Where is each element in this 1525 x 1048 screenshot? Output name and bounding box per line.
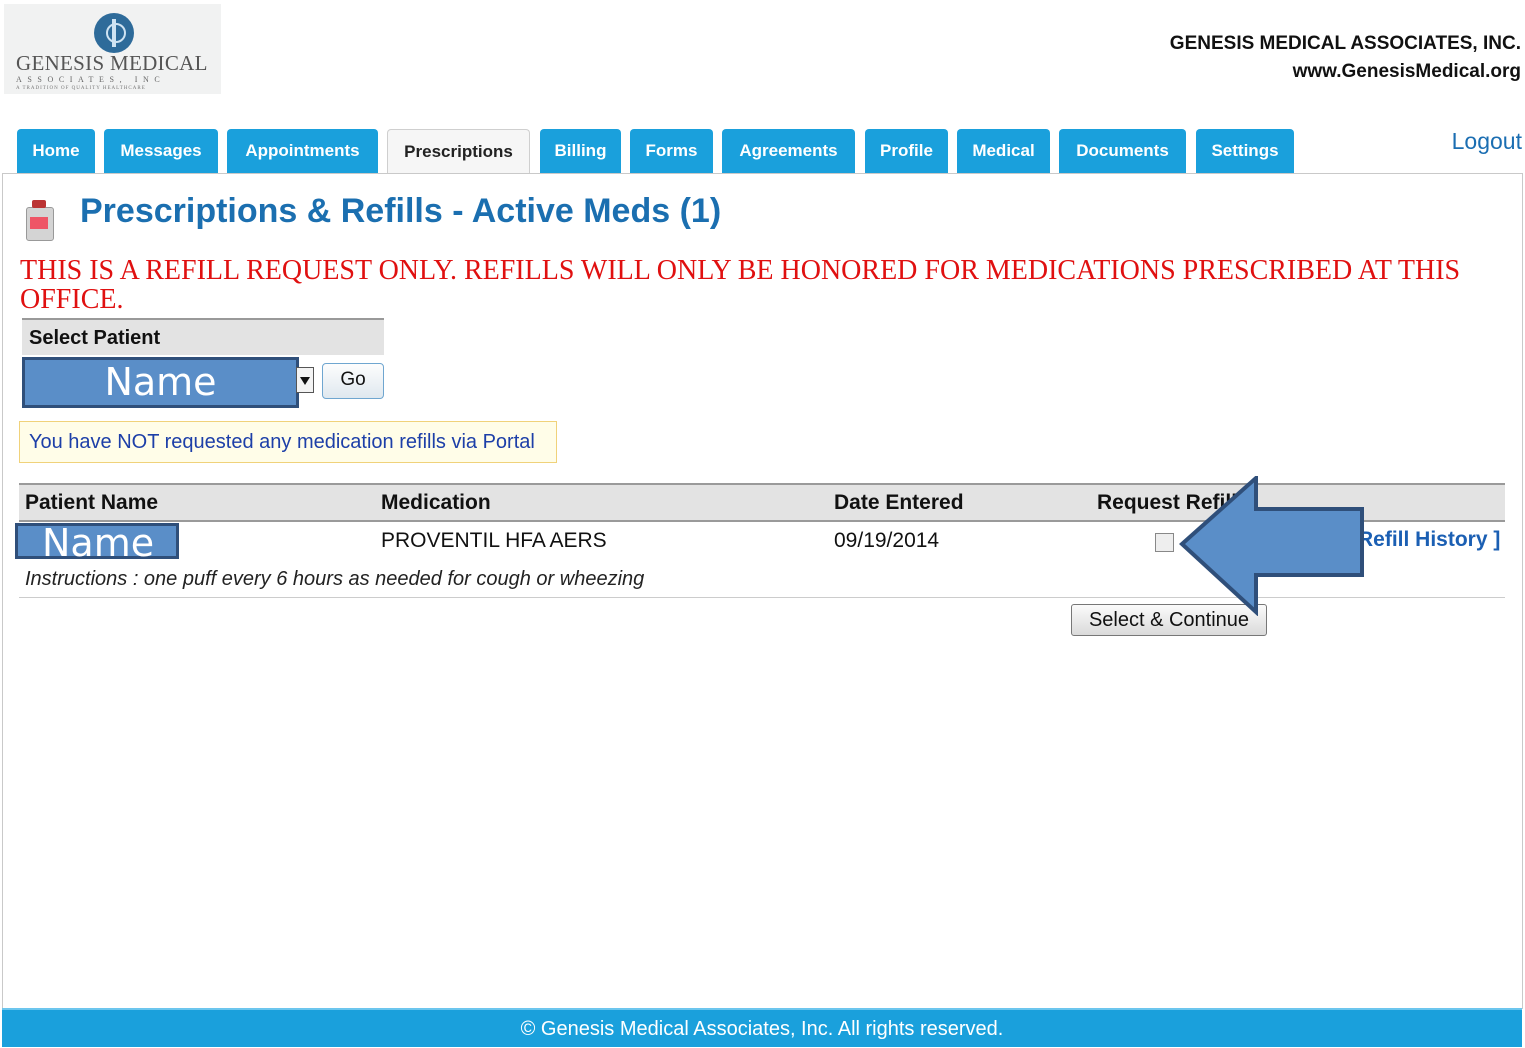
logo-tagline: A TRADITION OF QUALITY HEALTHCARE [16,86,146,91]
tab-forms[interactable]: Forms [630,129,713,173]
tab-settings[interactable]: Settings [1196,129,1294,173]
tab-prescriptions[interactable]: Prescriptions [387,129,530,173]
logout-link[interactable]: Logout [1452,128,1522,155]
tab-appointments[interactable]: Appointments [227,129,378,173]
row-medication: PROVENTIL HFA AERS [381,529,607,552]
company-info: GENESIS MEDICAL ASSOCIATES, INC. www.Gen… [1170,30,1521,86]
tab-messages[interactable]: Messages [104,129,218,173]
row-patient-name: Name [15,523,179,562]
logo-subtext: ASSOCIATES, INC [16,75,166,84]
select-patient-header: Select Patient [22,318,384,355]
page-title: Prescriptions & Refills - Active Meds (1… [80,192,722,230]
company-name: GENESIS MEDICAL ASSOCIATES, INC. [1169,33,1521,54]
tab-home[interactable]: Home [17,129,95,173]
caduceus-icon [94,13,134,53]
info-message: You have NOT requested any medication re… [19,421,557,463]
tab-agreements[interactable]: Agreements [722,129,855,173]
refill-notice: THIS IS A REFILL REQUEST ONLY. REFILLS W… [20,255,1461,315]
row-date-entered: 09/19/2014 [834,529,940,552]
column-header-patient-name: Patient Name [25,491,159,514]
go-button[interactable]: Go [322,363,384,399]
chevron-down-icon[interactable] [296,367,314,393]
company-website: www.GenesisMedical.org [1292,61,1521,82]
request-refill-checkbox[interactable] [1155,533,1174,552]
column-header-medication: Medication [381,491,491,514]
patient-select-dropdown[interactable]: Name [22,357,299,408]
arrow-left-icon [1179,476,1364,616]
tab-billing[interactable]: Billing [540,129,621,173]
footer-copyright: © Genesis Medical Associates, Inc. All r… [2,1008,1522,1047]
row-instructions: Instructions : one puff every 6 hours as… [25,568,645,590]
genesis-logo: GENESIS MEDICAL ASSOCIATES, INC A TRADIT… [4,4,221,94]
tab-profile[interactable]: Profile [865,129,948,173]
prescription-bottle-icon [22,197,62,241]
tab-medical[interactable]: Medical [957,129,1050,173]
logo-text: GENESIS MEDICAL [16,51,208,75]
column-header-date-entered: Date Entered [834,491,964,514]
tab-documents[interactable]: Documents [1059,129,1186,173]
refill-history-link[interactable]: Refill History ] [1358,528,1500,552]
